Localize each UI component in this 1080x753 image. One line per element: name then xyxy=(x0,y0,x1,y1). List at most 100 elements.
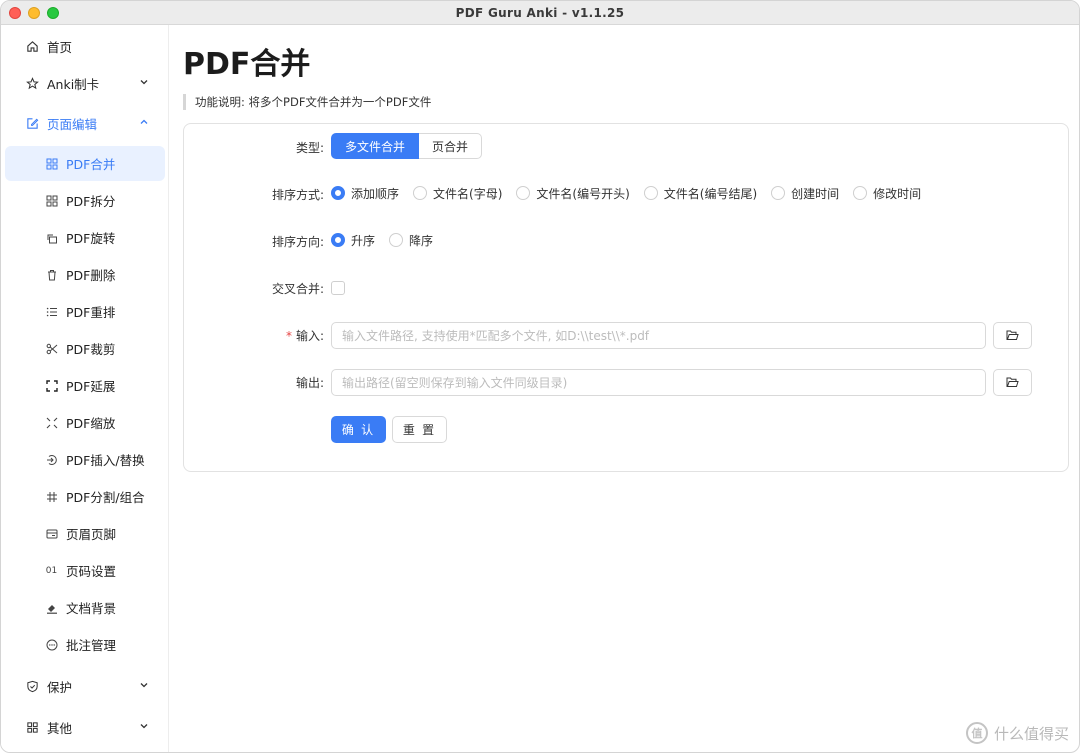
sidebar-item-label: 首页 xyxy=(47,39,73,55)
sort-direction-ascending[interactable]: 升序 xyxy=(331,232,375,249)
watermark: 值 什么值得买 xyxy=(965,722,1069,744)
sort-method-modified-time[interactable]: 修改时间 xyxy=(853,185,921,202)
sidebar-item-anki[interactable]: Anki制卡 xyxy=(5,66,165,100)
expand-icon xyxy=(45,379,58,392)
sidebar-subitem-pdf-reorder[interactable]: PDF重排 xyxy=(5,294,165,329)
minimize-window-button[interactable] xyxy=(28,7,40,19)
sidebar-subitem-label: 批注管理 xyxy=(66,638,117,653)
radio-dot xyxy=(389,233,404,247)
output-path-field[interactable] xyxy=(331,369,986,396)
sidebar-item-protect[interactable]: 保护 xyxy=(5,669,165,703)
sidebar-item-label: Anki制卡 xyxy=(47,76,100,92)
radio-label: 文件名(编号结尾) xyxy=(663,186,758,201)
header-footer-icon xyxy=(45,527,58,540)
sidebar-subitem-pdf-rotate[interactable]: PDF旋转 xyxy=(5,220,165,255)
sidebar-subitem-pdf-merge[interactable]: PDF合并 xyxy=(5,146,165,181)
sidebar-item-page-edit[interactable]: 页面编辑 xyxy=(5,106,165,140)
input-path-field[interactable] xyxy=(331,322,986,349)
type-label: 类型: xyxy=(295,141,324,155)
sort-method-filename-prefix-number[interactable]: 文件名(编号开头) xyxy=(516,185,630,202)
sort-method-radio-group: 添加顺序 文件名(字母) 文件名(编号开头) 文件名(编号结尾) 创建时间 修改… xyxy=(331,184,935,202)
sidebar-subitem-label: PDF删除 xyxy=(66,268,116,283)
radio-dot xyxy=(853,186,868,200)
sidebar-subitem-pdf-divide[interactable]: PDF分割/组合 xyxy=(5,479,165,514)
sidebar-item-label: 页面编辑 xyxy=(47,116,98,132)
main-content: PDF合并 功能说明: 将多个PDF文件合并为一个PDF文件 类型: 多文件合并… xyxy=(169,25,1079,752)
close-window-button[interactable] xyxy=(9,7,21,19)
shield-icon xyxy=(25,679,39,693)
sidebar-item-home[interactable]: 首页 xyxy=(5,29,165,63)
app-window: PDF Guru Anki - v1.1.25 首页 Anki制卡 页面编辑 P… xyxy=(0,0,1080,753)
radio-label: 修改时间 xyxy=(873,186,922,201)
radio-dot xyxy=(771,186,786,200)
sidebar-subitem-label: PDF插入/替换 xyxy=(66,453,145,468)
sidebar-subitem-label: PDF合并 xyxy=(66,157,116,172)
radio-dot xyxy=(331,233,345,247)
page-number-icon: 01 xyxy=(45,565,58,576)
merge-form: 类型: 多文件合并 页合并 排序方式: 添加顺序 文件名(字母) 文件名(编号开… xyxy=(183,123,1069,472)
radio-dot xyxy=(516,186,531,200)
sidebar-subitem-label: PDF裁剪 xyxy=(66,342,116,357)
radio-label: 文件名(字母) xyxy=(433,186,503,201)
chevron-up-icon xyxy=(140,119,148,124)
radio-label: 文件名(编号开头) xyxy=(536,186,630,201)
type-segmented-control: 多文件合并 页合并 xyxy=(331,133,483,159)
folder-open-icon xyxy=(1006,330,1019,340)
radio-label: 升序 xyxy=(351,233,376,248)
radio-label: 添加顺序 xyxy=(351,186,400,201)
sidebar-subitem-header-footer[interactable]: 页眉页脚 xyxy=(5,516,165,551)
output-browse-button[interactable] xyxy=(993,369,1032,396)
radio-dot xyxy=(331,186,345,200)
edit-icon xyxy=(25,116,39,130)
star-icon xyxy=(25,76,39,90)
input-browse-button[interactable] xyxy=(993,322,1032,349)
input-label: 输入: xyxy=(295,329,324,343)
sidebar-subitem-label: PDF延展 xyxy=(66,379,116,394)
sidebar-subitem-label: 页码设置 xyxy=(66,564,117,579)
type-option-page[interactable]: 页合并 xyxy=(419,133,483,159)
sidebar-item-label: 保护 xyxy=(47,679,73,695)
sidebar-item-other[interactable]: 其他 xyxy=(5,710,165,744)
sort-direction-descending[interactable]: 降序 xyxy=(389,232,433,249)
sidebar-subitem-pdf-crop[interactable]: PDF裁剪 xyxy=(5,331,165,366)
sidebar-subitem-label: PDF分割/组合 xyxy=(66,490,145,505)
sidebar-subitem-pdf-split[interactable]: PDF拆分 xyxy=(5,183,165,218)
sort-direction-radio-group: 升序 降序 xyxy=(331,231,447,249)
sidebar-subitem-label: PDF缩放 xyxy=(66,416,116,431)
sort-method-created-time[interactable]: 创建时间 xyxy=(771,185,839,202)
background-icon xyxy=(45,601,58,614)
page-title: PDF合并 xyxy=(183,47,311,82)
window-title: PDF Guru Anki - v1.1.25 xyxy=(455,5,625,20)
sidebar-subitem-pdf-scale[interactable]: PDF缩放 xyxy=(5,405,165,440)
sidebar-subitem-pdf-delete[interactable]: PDF删除 xyxy=(5,257,165,292)
sidebar-subitem-annotations[interactable]: 批注管理 xyxy=(5,627,165,662)
shrink-icon xyxy=(45,416,58,429)
sort-method-filename-alpha[interactable]: 文件名(字母) xyxy=(413,185,502,202)
comment-icon xyxy=(45,638,58,651)
feature-description: 功能说明: 将多个PDF文件合并为一个PDF文件 xyxy=(183,94,431,110)
maximize-window-button[interactable] xyxy=(47,7,59,19)
sidebar-subitem-label: PDF拆分 xyxy=(66,194,116,209)
sidebar-subitem-pdf-insert[interactable]: PDF插入/替换 xyxy=(5,442,165,477)
split-icon xyxy=(45,194,58,207)
sidebar-subitem-pdf-extend[interactable]: PDF延展 xyxy=(5,368,165,403)
sort-method-label: 排序方式: xyxy=(271,188,324,202)
sort-direction-label: 排序方向: xyxy=(271,235,324,249)
sidebar: 首页 Anki制卡 页面编辑 PDF合并 PDF拆分 PDF旋转 PDF删除 P… xyxy=(1,25,169,752)
type-option-multi-file[interactable]: 多文件合并 xyxy=(331,133,420,159)
reset-button[interactable]: 重 置 xyxy=(392,416,447,443)
sidebar-item-label: 其他 xyxy=(47,720,73,736)
confirm-button[interactable]: 确 认 xyxy=(331,416,386,443)
sidebar-subitem-background[interactable]: 文档背景 xyxy=(5,590,165,625)
sort-method-filename-suffix-number[interactable]: 文件名(编号结尾) xyxy=(643,185,758,202)
chevron-down-icon xyxy=(140,80,148,85)
cross-merge-checkbox[interactable] xyxy=(331,281,345,295)
insert-icon xyxy=(45,453,58,466)
trash-icon xyxy=(45,268,58,281)
chevron-down-icon xyxy=(140,724,148,729)
sidebar-subitem-label: 页眉页脚 xyxy=(66,527,117,542)
merge-icon xyxy=(45,157,58,170)
scissors-icon xyxy=(45,342,58,355)
sidebar-subitem-page-number[interactable]: 01 页码设置 xyxy=(5,553,165,588)
sort-method-added-order[interactable]: 添加顺序 xyxy=(331,185,399,202)
